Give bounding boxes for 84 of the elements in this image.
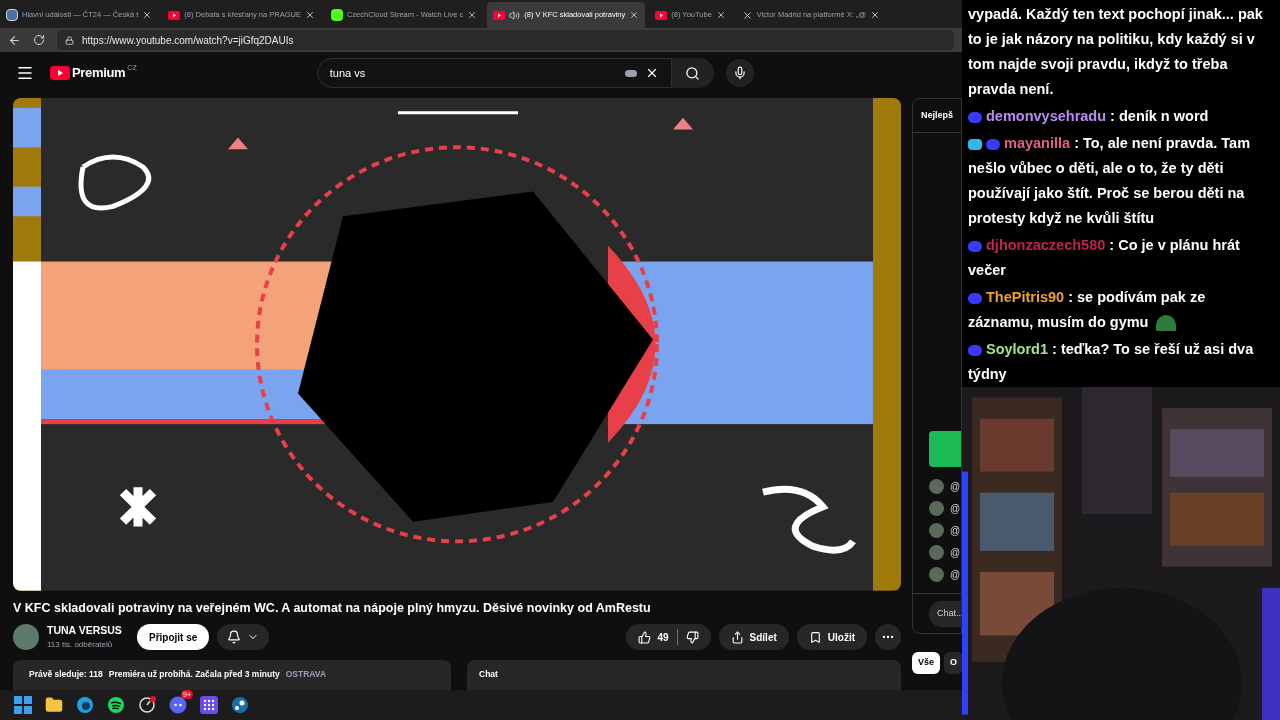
back-icon[interactable] (8, 33, 21, 47)
pinned-card (929, 431, 961, 467)
chat-message: ThePitris90 : se podívám pak ze záznamu, musím do gymu (968, 288, 1207, 334)
music-icon[interactable] (107, 696, 125, 714)
mic-button[interactable] (725, 59, 754, 87)
close-icon[interactable] (142, 10, 153, 20)
keyboard-icon (624, 69, 637, 77)
search-button[interactable] (671, 58, 714, 88)
subscriber-count: 113 tis. odběratelů (47, 639, 114, 652)
search-icon (685, 65, 701, 81)
close-icon[interactable] (304, 10, 315, 20)
channel-avatar[interactable] (13, 624, 39, 651)
chat-app-icon[interactable] (169, 696, 187, 714)
chat-input[interactable]: Chat... (929, 600, 962, 627)
page-icon (6, 9, 18, 21)
microphone-icon (732, 66, 747, 80)
youtube-icon (493, 10, 506, 20)
like-button[interactable]: 49 (638, 629, 669, 645)
join-button[interactable]: Připojit se (137, 624, 210, 651)
filter-chip[interactable]: Vše (912, 652, 940, 674)
mention-text: @ (950, 501, 961, 516)
chat-message: vypadá. Každý ten text pochopí jinak... pak to je jak názory na politiku, kdy každý si v tom najde svoji pravdu, ikdyž to třeba pravda není. (968, 5, 1264, 99)
chat-username: Soylord1 (986, 341, 1049, 357)
chat-header[interactable]: Nejlepš (913, 99, 961, 133)
user-avatar (929, 566, 944, 582)
speaker-icon[interactable] (509, 9, 521, 21)
youtube-icon (655, 10, 668, 20)
notification-button[interactable] (217, 624, 270, 651)
user-avatar (929, 544, 944, 560)
mention-text: @ (950, 567, 961, 582)
chat-message: demonvysehradu : deník n word (968, 104, 1274, 129)
address-bar[interactable]: https://www.youtube.com/watch?v=jiGfq2DAUIs (57, 30, 954, 50)
lock-icon (65, 35, 74, 45)
share-icon (730, 630, 744, 644)
mention-text: @ (950, 523, 961, 538)
k-logo-icon (330, 9, 343, 21)
youtube-icon (168, 10, 181, 20)
browser-icon[interactable] (76, 696, 94, 714)
gauge-icon[interactable] (138, 696, 156, 714)
badge-icon (968, 344, 982, 356)
chat-message: mayanilla : To, ale není pravda. Tam nešlo vůbec o děti, ale o to, že ty děti používají jako štít. Proč se berou děti na protesty když ne kvůli štítu (968, 134, 1252, 228)
bookmark-icon (808, 630, 822, 644)
share-button[interactable]: Sdílet (718, 624, 789, 651)
badge-icon (968, 292, 982, 304)
thumbs-up-icon (638, 630, 652, 644)
close-icon[interactable] (870, 10, 880, 20)
badge-icon (968, 138, 982, 150)
chat-message: Soylord1 : teďka? To se řeší už asi dva týdny (968, 340, 1255, 384)
chat-label: Chat (479, 669, 498, 679)
windows-icon[interactable] (14, 696, 32, 714)
viewer-count: Právě sleduje: 118 (29, 668, 103, 681)
user-avatar (929, 500, 944, 516)
video-title: V KFC skladovali potraviny na veřejném WC. A automat na nápoje plný hmyzu. Děsivé novinky od AmRestu (13, 599, 652, 617)
chat-username: djhonzaczech580 (986, 237, 1106, 253)
close-icon[interactable] (629, 10, 640, 20)
chat-username: mayanilla (1004, 135, 1071, 151)
chat-username: demonvysehradu (986, 108, 1107, 124)
bell-icon (227, 630, 242, 645)
folder-icon[interactable] (45, 696, 63, 714)
close-icon[interactable] (715, 10, 726, 20)
menu-icon[interactable] (16, 64, 34, 82)
steam-icon[interactable] (231, 696, 249, 714)
reload-icon[interactable] (33, 34, 45, 46)
save-button[interactable]: Uložit (796, 624, 867, 651)
grid-app-icon[interactable] (200, 696, 218, 714)
mention-text: @ (950, 479, 961, 494)
location-tag: OSTRAVA (285, 668, 326, 690)
badge-icon (968, 240, 982, 252)
x-logo-icon (741, 9, 753, 21)
chat-message: djhonzaczech580 : Co je v plánu hrát večer (968, 236, 1241, 280)
search-field[interactable]: tuna vs (316, 58, 672, 88)
user-avatar (929, 478, 944, 494)
badge-icon (968, 111, 982, 123)
dislike-icon[interactable] (685, 630, 699, 644)
channel-name[interactable]: TUNA VERSUS (47, 623, 137, 640)
filter-chip[interactable]: O (944, 652, 962, 674)
badge-icon (986, 138, 1000, 150)
premiere-status: Premiéra už probíhá. Začala před 3 minuty (108, 668, 280, 681)
close-icon[interactable] (467, 10, 478, 20)
chat-username: ThePitris90 (986, 289, 1065, 305)
play-logo-icon (50, 66, 70, 80)
mention-text: @ (950, 545, 961, 560)
user-avatar (929, 522, 944, 538)
like-count: 49 (657, 630, 669, 645)
